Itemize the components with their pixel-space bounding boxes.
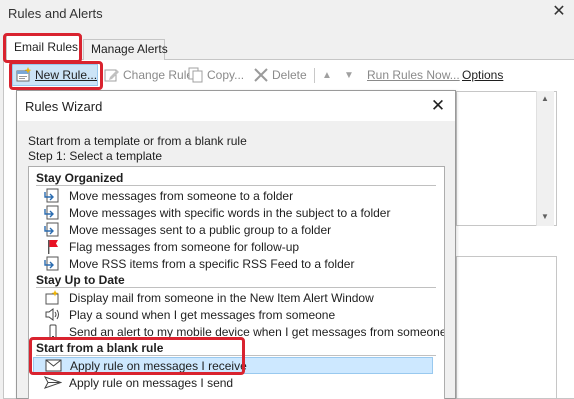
arrow-down-icon: ▼	[344, 69, 354, 81]
template-label: Flag messages from someone for follow-up	[69, 239, 300, 254]
template-label: Move messages from someone to a folder	[69, 188, 294, 203]
move-to-folder-icon	[44, 256, 62, 271]
new-rule-icon	[16, 67, 32, 83]
dialog-title: Rules Wizard	[25, 99, 103, 114]
wizard-step-label: Step 1: Select a template	[28, 149, 163, 163]
new-rule-label: New Rule...	[35, 68, 98, 82]
copy-label: Copy...	[207, 68, 245, 82]
template-label: Move RSS items from a specific RSS Feed …	[69, 256, 355, 271]
group-header-stay-up-to-date: Stay Up to Date	[36, 273, 125, 287]
list-item[interactable]: Move messages with specific words in the…	[33, 204, 433, 221]
window-title: Rules and Alerts	[8, 6, 103, 21]
group-header-blank-rule: Start from a blank rule	[36, 341, 164, 355]
list-item[interactable]: Move RSS items from a specific RSS Feed …	[33, 255, 433, 272]
rules-list-scrollbar[interactable]: ▲ ▼	[536, 91, 554, 226]
flag-icon	[44, 239, 62, 254]
close-icon[interactable]: ✕	[549, 2, 569, 22]
list-item[interactable]: Move messages sent to a public group to …	[33, 221, 433, 238]
new-rule-button[interactable]: New Rule...	[12, 64, 98, 86]
arrow-up-icon: ▲	[322, 69, 332, 81]
template-label: Display mail from someone in the New Ite…	[69, 290, 374, 305]
copy-icon	[188, 67, 204, 83]
group-divider	[36, 355, 436, 356]
toolbar-separator	[314, 68, 315, 83]
run-rules-now-label: Run Rules Now...	[367, 68, 460, 82]
list-item-selected[interactable]: Apply rule on messages I receive	[33, 357, 433, 374]
template-list[interactable]: Stay Organized Move messages from someon…	[28, 166, 445, 399]
tab-email-rules[interactable]: Email Rules	[6, 35, 82, 60]
alert-window-icon	[44, 290, 62, 305]
template-label: Move messages with specific words in the…	[69, 205, 391, 220]
tab-manage-alerts[interactable]: Manage Alerts	[83, 39, 168, 60]
move-to-folder-icon	[44, 205, 62, 220]
change-rule-icon	[104, 67, 120, 83]
run-rules-now-button[interactable]: Run Rules Now...	[367, 64, 460, 86]
change-rule-label: Change Rule	[123, 68, 194, 82]
mobile-device-icon	[44, 324, 62, 339]
list-item[interactable]: Play a sound when I get messages from so…	[33, 306, 433, 323]
send-arrow-icon	[43, 375, 63, 390]
delete-label: Delete	[272, 68, 307, 82]
move-to-folder-icon	[44, 188, 62, 203]
list-item[interactable]: Apply rule on messages I send	[33, 374, 433, 391]
list-item[interactable]: Send an alert to my mobile device when I…	[33, 323, 444, 340]
group-header-stay-organized: Stay Organized	[36, 171, 124, 185]
delete-button[interactable]: Delete	[253, 64, 307, 86]
close-icon[interactable]: ✕	[427, 95, 449, 117]
rule-description-box	[456, 256, 557, 399]
template-label: Play a sound when I get messages from so…	[69, 307, 336, 322]
scroll-down-icon[interactable]: ▼	[541, 212, 549, 221]
speaker-icon	[44, 307, 62, 322]
template-label: Send an alert to my mobile device when I…	[69, 324, 445, 339]
move-up-button[interactable]: ▲	[322, 64, 332, 86]
options-label: Options	[462, 68, 504, 82]
delete-icon	[253, 67, 269, 83]
list-item[interactable]: Flag messages from someone for follow-up	[33, 238, 433, 255]
dialog-titlebar: Rules Wizard ✕	[17, 91, 455, 121]
copy-button[interactable]: Copy...	[188, 64, 244, 86]
move-down-button[interactable]: ▼	[344, 64, 354, 86]
group-divider	[36, 185, 436, 186]
rules-toolbar: New Rule... Change Rule ▼ Copy... Delete…	[12, 64, 572, 86]
options-button[interactable]: Options	[462, 64, 503, 86]
move-to-folder-icon	[44, 222, 62, 237]
template-label: Apply rule on messages I receive	[70, 358, 247, 373]
envelope-icon	[45, 358, 63, 373]
list-item[interactable]: Display mail from someone in the New Ite…	[33, 289, 433, 306]
scroll-up-icon[interactable]: ▲	[541, 94, 549, 103]
template-label: Move messages sent to a public group to …	[69, 222, 332, 237]
template-label: Apply rule on messages I send	[69, 375, 234, 390]
list-item[interactable]: Move messages from someone to a folder	[33, 187, 433, 204]
group-divider	[36, 287, 436, 288]
rules-wizard-dialog: Rules Wizard ✕ Start from a template or …	[16, 90, 456, 399]
wizard-intro-text: Start from a template or from a blank ru…	[28, 134, 247, 148]
